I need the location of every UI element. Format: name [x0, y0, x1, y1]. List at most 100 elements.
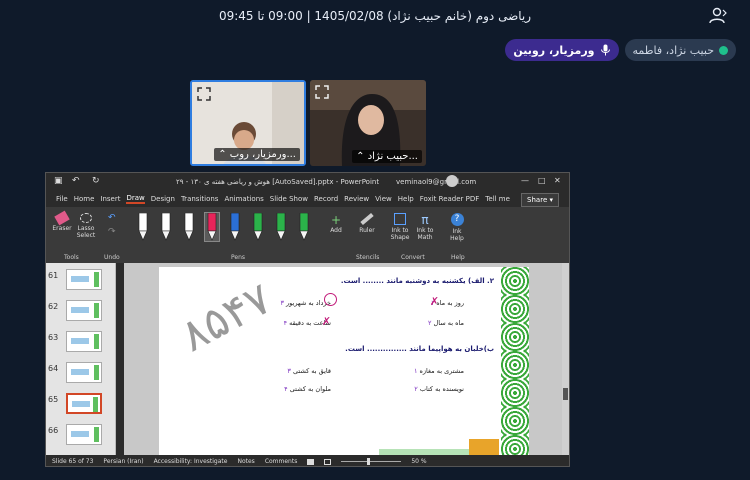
scroll-thumb[interactable] — [563, 388, 568, 400]
slide-thumbnail[interactable] — [66, 300, 102, 321]
option-3: قایق به کشتی ۳ — [287, 367, 331, 375]
avatar[interactable] — [446, 175, 458, 187]
slide-thumbnail[interactable] — [66, 424, 102, 445]
slide-number: 63 — [48, 333, 59, 342]
normal-view-icon[interactable] — [307, 458, 315, 465]
tab-slide-show[interactable]: Slide Show — [270, 195, 308, 203]
notes-button[interactable]: Notes — [237, 458, 254, 465]
participant-chip[interactable]: حبیب نژاد، فاطمه — [624, 39, 736, 61]
video-tile[interactable]: ⌃ حبیب نژاد... — [310, 80, 426, 166]
ink-circle-mark — [324, 293, 337, 306]
accessibility-status[interactable]: Accessibility: Investigate — [154, 458, 228, 465]
zoom-slider[interactable] — [341, 458, 402, 465]
tab-design[interactable]: Design — [151, 195, 175, 203]
tab-review[interactable]: Review — [344, 195, 369, 203]
slide-thumbnail[interactable] — [66, 393, 102, 414]
chevron-up-icon: ⌃ — [218, 149, 230, 160]
undo-icon[interactable]: ↶ — [108, 213, 116, 223]
vertical-scrollbar[interactable] — [562, 263, 569, 455]
slide-thumbnails-pane: 61 62 63 64 65 66 — [46, 263, 116, 455]
pen-1-icon[interactable] — [136, 212, 150, 241]
slide-thumbnail[interactable] — [66, 269, 102, 290]
option-4: ملوان به کشتی ۴ — [284, 385, 331, 393]
save-icon[interactable]: ▣ — [54, 176, 63, 186]
ink-help-button[interactable]: ? Ink Help — [446, 213, 468, 242]
option-2: نویسنده به کتاب ۲ — [414, 385, 464, 393]
help-icon: ? — [450, 213, 464, 226]
decorative-border — [501, 267, 529, 455]
slide-sorter-icon[interactable] — [324, 458, 332, 465]
close-icon[interactable]: ✕ — [554, 176, 561, 185]
user-icon[interactable] — [708, 7, 728, 25]
minimize-icon[interactable]: — — [521, 176, 529, 185]
slide-canvas: ۸۵۴۷ ۲. الف) یکشنبه به دوشنبه مانند ....… — [124, 263, 564, 455]
eraser-button[interactable]: Eraser — [52, 210, 72, 232]
fullscreen-icon[interactable] — [315, 84, 329, 99]
pens-group-label: Pens — [231, 254, 246, 261]
slide-counter: Slide 65 of 73 — [52, 458, 94, 465]
participant-chip-speaking[interactable]: ورمزیار، روبین — [505, 39, 619, 61]
pen-8-icon[interactable] — [297, 212, 311, 241]
tab-insert[interactable]: Insert — [100, 195, 120, 203]
draw-ribbon: Eraser Lasso Select Tools ↶ ↷ Undo Pens … — [46, 207, 569, 263]
slide-number: 62 — [48, 302, 59, 311]
ribbon-tabs: File Home Insert Draw Design Transitions… — [46, 191, 569, 207]
zoom-level[interactable]: 50 % — [411, 458, 426, 465]
slide-number: 65 — [48, 395, 59, 404]
maximize-icon[interactable]: □ — [538, 176, 546, 185]
option-1: مشتری به مغازه ۱ — [413, 367, 464, 375]
slide-thumbnail[interactable] — [66, 362, 102, 383]
tab-file[interactable]: File — [56, 195, 68, 203]
tell-me-search[interactable]: Tell me — [485, 195, 510, 203]
chevron-up-icon: ⌃ — [356, 151, 368, 162]
comments-button[interactable]: Comments — [265, 458, 298, 465]
video-tile[interactable]: ⌃ ورمزیار، روب... — [190, 80, 306, 166]
pen-7-icon[interactable] — [274, 212, 288, 241]
video-label: ⌃ ورمزیار، روب... — [214, 148, 300, 161]
microphone-icon — [600, 44, 611, 56]
lasso-select-button[interactable]: Lasso Select — [74, 213, 98, 239]
pen-6-icon[interactable] — [251, 212, 265, 241]
fullscreen-icon[interactable] — [197, 86, 211, 101]
ink-to-math-button[interactable]: π Ink to Math — [414, 213, 436, 241]
redo-icon[interactable]: ↻ — [92, 176, 100, 186]
current-slide[interactable]: ۸۵۴۷ ۲. الف) یکشنبه به دوشنبه مانند ....… — [159, 267, 529, 455]
participant-name: حبیب نژاد، فاطمه — [632, 43, 715, 57]
pen-3-icon[interactable] — [182, 212, 196, 241]
tab-home[interactable]: Home — [74, 195, 95, 203]
undo-icon[interactable]: ↶ — [72, 176, 80, 186]
plus-icon: + — [330, 213, 342, 227]
ruler-icon — [360, 212, 374, 226]
tab-draw[interactable]: Draw — [126, 194, 145, 204]
video-label: ⌃ حبیب نژاد... — [352, 150, 422, 163]
ruler-button[interactable]: Ruler — [356, 212, 378, 234]
ppt-title-bar: ▣ ↶ ↻ هوش و ریاضی هفته ی ۱۳۰ - ۲۹ [AutoS… — [46, 173, 569, 191]
tab-help[interactable]: Help — [398, 195, 414, 203]
handwritten-ink: ۸۵۴۷ — [172, 272, 280, 363]
question-2: ب)خلبان به هواپیما مانند ...............… — [345, 345, 494, 353]
thumbnail-scrollbar[interactable] — [116, 263, 124, 455]
status-bar: Slide 65 of 73 Persian (Iran) Accessibil… — [46, 455, 569, 466]
question-1: ۲. الف) یکشنبه به دوشنبه مانند ........ … — [340, 277, 494, 285]
pen-2-icon[interactable] — [159, 212, 173, 241]
tab-animations[interactable]: Animations — [224, 195, 263, 203]
tools-group-label: Tools — [64, 254, 79, 261]
tab-record[interactable]: Record — [314, 195, 338, 203]
pen-4-icon[interactable] — [204, 212, 220, 242]
participant-list: ورمزیار، روبین حبیب نژاد، فاطمه — [505, 39, 736, 61]
redo-icon[interactable]: ↷ — [108, 227, 116, 237]
shared-screen-powerpoint[interactable]: ▣ ↶ ↻ هوش و ریاضی هفته ی ۱۳۰ - ۲۹ [AutoS… — [45, 172, 570, 467]
ink-to-shape-button[interactable]: Ink to Shape — [389, 213, 411, 241]
language-indicator[interactable]: Persian (Iran) — [103, 458, 143, 465]
account-email: veminaol9@gmail.com — [396, 178, 477, 186]
tab-foxit[interactable]: Foxit Reader PDF — [420, 195, 480, 203]
add-pen-button[interactable]: + Add — [326, 213, 346, 234]
share-button[interactable]: Share ▾ — [521, 193, 559, 207]
slide-thumbnail[interactable] — [66, 331, 102, 352]
participant-name: ورمزیار، روبین — [513, 43, 595, 57]
convert-group-label: Convert — [401, 254, 425, 261]
zoom-slider-thumb[interactable] — [367, 458, 371, 465]
tab-transitions[interactable]: Transitions — [181, 195, 219, 203]
pen-5-icon[interactable] — [228, 212, 242, 241]
tab-view[interactable]: View — [375, 195, 392, 203]
